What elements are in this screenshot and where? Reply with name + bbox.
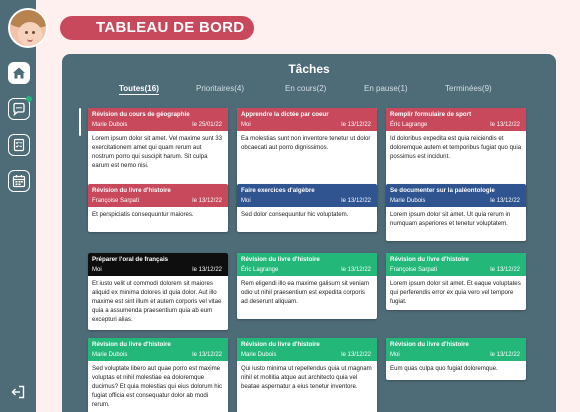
card-title: Préparer l'oral de français <box>92 256 169 263</box>
scrollbar-thumb[interactable] <box>79 108 81 136</box>
card-header: Apprendre la dictée par coeur Moi le 13/1… <box>237 108 377 131</box>
task-card[interactable]: Faire exercices d'algèbre Moi le 13/12/22… <box>237 184 377 232</box>
tab-priority[interactable]: Prioritaires(4) <box>196 84 244 93</box>
sidebar-item-calendar[interactable] <box>8 170 30 192</box>
card-title: Se documenter sur la paléontologie <box>390 187 495 194</box>
card-title: Apprendre la dictée par coeur <box>241 111 329 118</box>
panel-title: Tâches <box>288 62 330 76</box>
card-date: le 13/12/22 <box>192 267 222 273</box>
tab-done[interactable]: Terminées(9) <box>445 84 492 93</box>
card-header: Faire exercices d'algèbre Moi le 13/12/22 <box>237 184 377 207</box>
card-header: Révision du livre d'histoire Marie Duboi… <box>237 338 377 361</box>
card-header: Révision du livre d'histoire Éric Lagran… <box>237 253 377 276</box>
card-description: Id doloribus expedita est quia reiciendi… <box>390 135 522 160</box>
chat-icon <box>13 102 25 116</box>
card-title: Révision du cours de géographie <box>92 111 190 118</box>
calendar-icon <box>12 175 26 188</box>
card-date: le 13/12/22 <box>490 122 520 128</box>
card-header: Remplir formulaire de sport Éric Lagrang… <box>386 108 526 131</box>
page-title: TABLEAU DE BORD <box>60 16 254 40</box>
task-card[interactable]: Révision du livre d'histoire Françoise S… <box>88 184 228 232</box>
logout-button[interactable] <box>9 383 27 401</box>
card-date: le 13/12/22 <box>490 198 520 204</box>
card-author: Éric Lagrange <box>241 267 279 273</box>
card-description: Ea molestias sunt non inventore tenetur … <box>241 135 371 151</box>
card-author: Éric Lagrange <box>390 122 428 128</box>
card-date: le 13/12/22 <box>341 352 371 358</box>
tab-all[interactable]: Toutes(16) <box>119 84 159 95</box>
card-author: Françoise Sarpati <box>92 198 140 204</box>
page-title-text: TABLEAU DE BORD <box>96 19 245 36</box>
card-date: le 13/12/22 <box>341 198 371 204</box>
card-header: Révision du livre d'histoire Moi le 13/12… <box>386 338 526 361</box>
checklist-icon <box>13 138 25 152</box>
card-header: Révision du livre d'histoire Marie Duboi… <box>88 338 228 361</box>
card-title: Révision du livre d'histoire <box>92 187 171 194</box>
card-date: le 25/01/22 <box>192 122 222 128</box>
card-author: Moi <box>241 198 251 204</box>
logout-icon <box>11 385 25 399</box>
card-author: Moi <box>390 352 400 358</box>
card-description: Qui iusto minima ut repellendus quia ut … <box>241 365 372 390</box>
card-author: Marie Dubois <box>241 352 277 358</box>
card-title: Faire exercices d'algèbre <box>241 187 315 194</box>
notification-dot <box>26 96 32 102</box>
home-icon <box>13 67 25 79</box>
card-title: Révision du livre d'histoire <box>92 341 171 348</box>
tab-in-progress[interactable]: En cours(2) <box>285 84 326 93</box>
tasks-panel: Tâches Toutes(16) Prioritaires(4) En cou… <box>62 54 556 412</box>
task-card[interactable]: Révision du livre d'histoire Éric Lagran… <box>237 253 377 319</box>
tab-paused[interactable]: En pause(1) <box>364 84 408 93</box>
task-card[interactable]: Préparer l'oral de français Moi le 13/12/… <box>88 253 228 330</box>
card-description: Lorem ipsum dolor sit amet. Ut quia reru… <box>390 211 511 227</box>
card-author: Moi <box>92 267 102 273</box>
card-title: Révision du livre d'histoire <box>390 256 469 263</box>
card-title: Remplir formulaire de sport <box>390 111 472 118</box>
avatar[interactable] <box>8 8 48 48</box>
task-card[interactable]: Révision du livre d'histoire Moi le 13/12… <box>386 338 526 380</box>
card-header: Préparer l'oral de français Moi le 13/12/… <box>88 253 228 276</box>
card-description: Sed dolor consequuntur hic voluptatem. <box>241 211 349 218</box>
card-date: le 13/12/22 <box>341 267 371 273</box>
card-header: Révision du cours de géographie Marie Du… <box>88 108 228 131</box>
card-header: Révision du livre d'histoire Françoise S… <box>386 253 526 276</box>
sidebar <box>0 0 36 412</box>
card-title: Révision du livre d'histoire <box>241 256 320 263</box>
card-description: Eum quas culpa quo fugiat doloremque. <box>390 365 498 372</box>
card-header: Révision du livre d'histoire Françoise S… <box>88 184 228 207</box>
task-card[interactable]: Révision du livre d'histoire Marie Duboi… <box>88 338 228 412</box>
card-header: Se documenter sur la paléontologie Marie… <box>386 184 526 207</box>
card-title: Révision du livre d'histoire <box>241 341 320 348</box>
card-date: le 13/12/22 <box>490 267 520 273</box>
card-description: Sed voluptate libero aut quae porro est … <box>92 365 223 408</box>
card-description: Et iusto velit ut commodi dolorem sit ma… <box>92 280 222 323</box>
card-author: Françoise Sarpati <box>390 267 438 273</box>
card-date: le 13/12/22 <box>341 122 371 128</box>
sidebar-item-tasks[interactable] <box>8 134 30 156</box>
card-description: Lorem ipsum dolor sit amet. Vel maxime s… <box>92 135 223 169</box>
card-author: Marie Dubois <box>92 122 128 128</box>
card-title: Révision du livre d'histoire <box>390 341 469 348</box>
card-author: Marie Dubois <box>390 198 426 204</box>
card-author: Moi <box>241 122 251 128</box>
card-date: le 13/12/22 <box>192 352 222 358</box>
task-card[interactable]: Révision du livre d'histoire Françoise S… <box>386 253 526 310</box>
sidebar-item-messages[interactable] <box>8 96 32 120</box>
card-author: Marie Dubois <box>92 352 128 358</box>
task-card[interactable]: Se documenter sur la paléontologie Marie… <box>386 184 526 241</box>
card-date: le 13/12/22 <box>192 198 222 204</box>
sidebar-item-home[interactable] <box>8 62 30 84</box>
card-date: le 13/12/22 <box>490 352 520 358</box>
card-description: Et perspiciatis consequuntur maiores. <box>92 211 194 218</box>
card-description: Rem eligendi illo ea maxime galisum sit … <box>241 280 370 305</box>
task-card[interactable]: Révision du livre d'histoire Marie Duboi… <box>237 338 377 412</box>
card-description: Lorem ipsum dolor sit amet. Et eaque vol… <box>390 280 521 305</box>
